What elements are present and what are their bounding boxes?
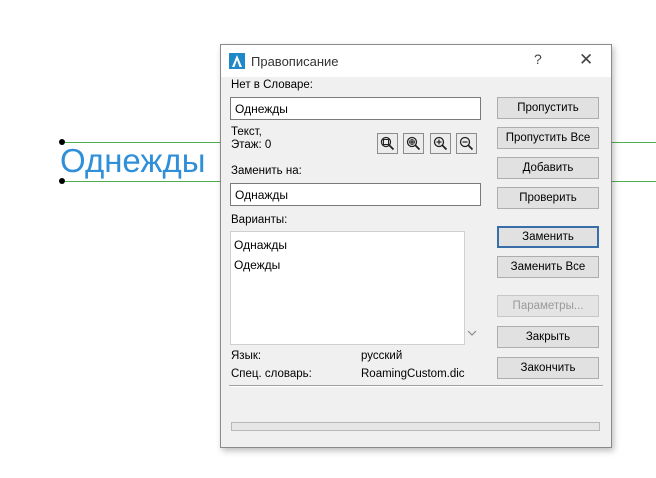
scroll-down-icon[interactable] bbox=[467, 330, 477, 338]
add-button[interactable]: Добавить bbox=[497, 157, 599, 179]
context-floor-label: Этаж: 0 bbox=[231, 139, 272, 151]
variants-label: Варианты: bbox=[231, 214, 288, 226]
replace-with-label: Заменить на: bbox=[231, 165, 302, 177]
replace-with-field[interactable]: Однажды bbox=[230, 183, 481, 206]
replace-all-button[interactable]: Заменить Все bbox=[497, 256, 599, 278]
options-button[interactable]: Параметры... bbox=[497, 295, 599, 317]
window-title: Правописание bbox=[251, 54, 339, 69]
list-item[interactable]: Однажды bbox=[234, 238, 287, 252]
zoom-out-button[interactable] bbox=[456, 133, 477, 154]
zoom-region-button[interactable] bbox=[403, 133, 424, 154]
zoom-fit-button[interactable] bbox=[377, 133, 398, 154]
title-bar[interactable]: Правописание ? ✕ bbox=[221, 45, 611, 77]
language-label: Язык: bbox=[231, 350, 262, 362]
custom-dictionary-label: Спец. словарь: bbox=[231, 368, 312, 380]
close-icon[interactable]: ✕ bbox=[579, 50, 593, 70]
finish-button[interactable]: Закончить bbox=[497, 357, 599, 379]
zoom-in-icon bbox=[433, 136, 448, 151]
language-value: русский bbox=[361, 350, 403, 362]
zoom-fit-icon bbox=[380, 136, 395, 151]
replace-button[interactable]: Заменить bbox=[497, 226, 599, 248]
progress-bar bbox=[231, 422, 600, 431]
not-in-dictionary-field[interactable]: Однежды bbox=[230, 97, 481, 120]
custom-dictionary-value: RoamingCustom.dic bbox=[361, 368, 465, 380]
zoom-out-icon bbox=[459, 136, 474, 151]
close-button[interactable]: Закрыть bbox=[497, 326, 599, 348]
zoom-in-button[interactable] bbox=[430, 133, 451, 154]
context-text-label: Текст, bbox=[231, 126, 262, 138]
help-button[interactable]: ? bbox=[534, 51, 542, 67]
skip-button[interactable]: Пропустить bbox=[497, 97, 599, 119]
variants-list[interactable]: Однажды Одежды bbox=[230, 231, 477, 345]
app-icon bbox=[229, 53, 245, 69]
check-button[interactable]: Проверить bbox=[497, 187, 599, 209]
separator bbox=[229, 385, 603, 387]
zoom-region-icon bbox=[406, 136, 421, 151]
spelling-dialog: Правописание ? ✕ Нет в Словаре: Однежды … bbox=[220, 44, 612, 448]
list-item[interactable]: Одежды bbox=[234, 258, 280, 272]
skip-all-button[interactable]: Пропустить Все bbox=[497, 127, 599, 149]
not-in-dictionary-label: Нет в Словаре: bbox=[231, 79, 313, 91]
canvas-text-word[interactable]: Однежды bbox=[60, 141, 205, 181]
